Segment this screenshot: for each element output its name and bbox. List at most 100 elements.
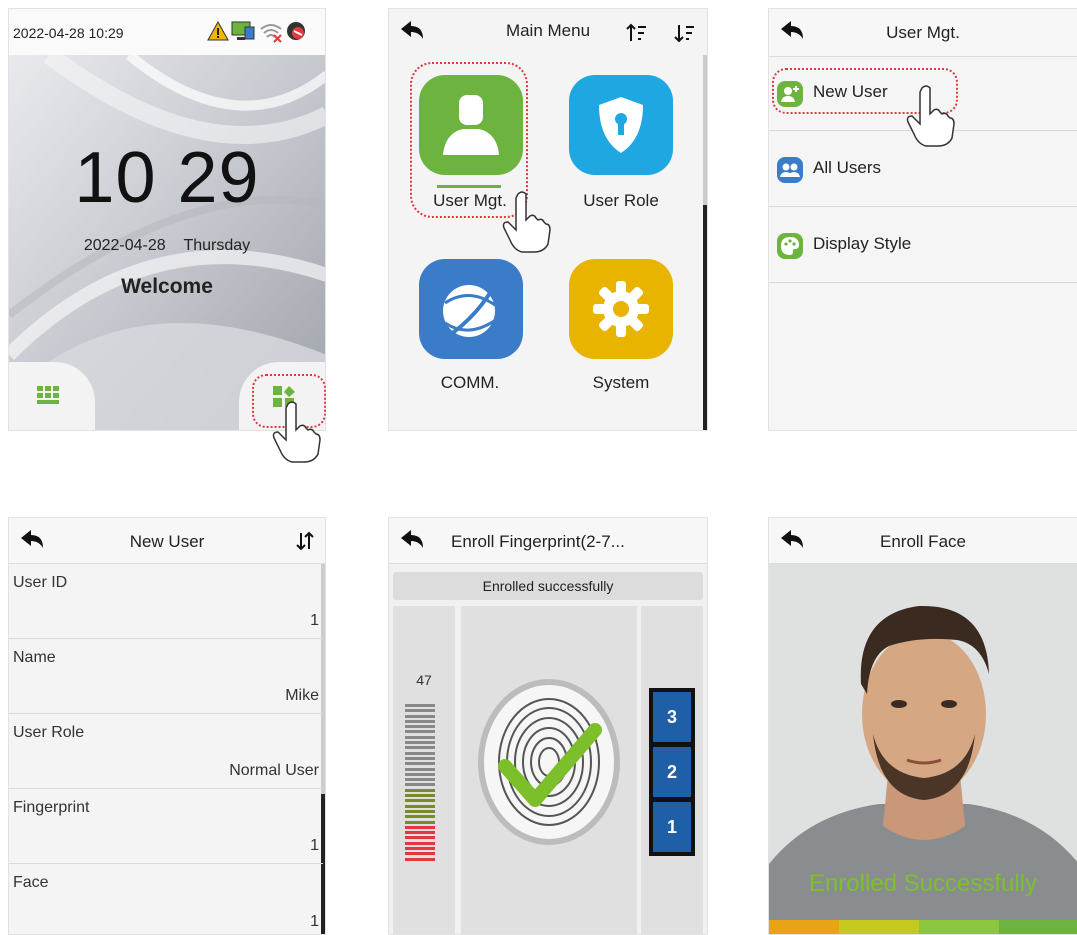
network-icon <box>231 21 255 40</box>
keypad-corner-button[interactable] <box>9 362 95 430</box>
status-datetime: 2022-04-28 10:29 <box>13 25 124 41</box>
fingerprint-success-icon <box>478 679 620 845</box>
step-1: 1 <box>653 802 691 852</box>
quality-bar <box>405 709 435 713</box>
enroll-face-screen: Enroll Face Enrolled Successfully <box>768 517 1077 935</box>
steps-panel: 3 2 1 <box>641 606 703 934</box>
field-label: Fingerprint <box>13 799 90 816</box>
field-value: Normal User <box>229 762 319 779</box>
menu-item-label: All Users <box>813 158 882 177</box>
quality-bar <box>405 831 435 835</box>
status-banner: Enrolled successfully <box>393 572 703 600</box>
warning-icon <box>207 21 229 41</box>
steps-box: 3 2 1 <box>649 688 695 856</box>
quality-meter <box>405 704 435 864</box>
wifi-off-icon <box>260 24 282 43</box>
tile-label: COMM. <box>440 373 500 392</box>
shield-icon <box>599 97 643 153</box>
quality-bar <box>405 836 435 840</box>
sort-descending-icon[interactable] <box>673 23 695 43</box>
field-value: 1 <box>310 612 319 629</box>
field-value: 1 <box>310 913 319 930</box>
title-bar: User Mgt. <box>769 9 1077 57</box>
quality-bar <box>405 794 435 798</box>
quality-bar <box>405 756 435 760</box>
field-label: User Role <box>13 724 85 741</box>
field-value: Mike <box>285 687 319 704</box>
field-user-role[interactable]: User Role Normal User <box>9 714 323 789</box>
quality-bar <box>405 825 435 829</box>
status-text: Enrolled successfully <box>482 578 614 594</box>
comm-tile[interactable] <box>419 259 523 359</box>
welcome-text: Welcome <box>121 275 213 298</box>
quality-bar <box>405 783 435 787</box>
quality-bar <box>405 815 435 819</box>
quality-bar <box>405 804 435 808</box>
enroll-fingerprint-screen: Enroll Fingerprint(2-7... Enrolled succe… <box>388 517 708 935</box>
pointer-hand-icon <box>272 401 321 463</box>
globe-icon <box>443 280 499 339</box>
quality-bar <box>405 820 435 824</box>
date-text: 2022-04-28 <box>83 237 166 254</box>
menu-item-display-style[interactable]: Display Style <box>769 207 1077 283</box>
quality-value: 47 <box>416 672 432 688</box>
quality-bar <box>405 778 435 782</box>
quality-bar <box>405 767 435 771</box>
page-title: New User <box>129 532 205 551</box>
title-bar: Enroll Face <box>769 518 1077 564</box>
title-bar: New User <box>9 518 325 564</box>
pointer-hand-icon <box>906 85 955 147</box>
system-tile[interactable] <box>569 259 673 359</box>
quality-bar <box>405 741 435 745</box>
quality-bar <box>405 704 435 707</box>
pointer-hand-icon <box>502 191 551 253</box>
quality-bar <box>405 762 435 766</box>
date-line: 2022-04-28 Thursday <box>9 237 325 255</box>
field-user-id[interactable]: User ID 1 <box>9 564 323 639</box>
quality-bar <box>405 719 435 723</box>
gear-icon <box>593 281 649 337</box>
quality-bar <box>405 809 435 813</box>
page-title: Enroll Fingerprint(2-7... <box>451 532 625 551</box>
title-bar: Main Menu <box>389 9 707 55</box>
quality-bar <box>405 772 435 776</box>
users-icon <box>777 157 803 183</box>
field-face[interactable]: Face 1 <box>9 864 323 934</box>
step-3: 3 <box>653 692 691 742</box>
field-fingerprint[interactable]: Fingerprint 1 <box>9 789 323 864</box>
back-icon[interactable] <box>399 528 425 552</box>
sort-ascending-icon[interactable] <box>625 23 647 43</box>
quality-bar <box>405 714 435 718</box>
alarm-off-icon <box>287 22 305 40</box>
clock-time: 10 29 <box>74 138 260 218</box>
quality-bar <box>405 730 435 734</box>
new-user-screen: New User User ID 1 Name Mike User Role N… <box>8 517 326 935</box>
sort-toggle-icon[interactable] <box>295 531 315 551</box>
page-title: Enroll Face <box>880 532 966 551</box>
quality-panel: 47 <box>393 606 455 934</box>
keypad-icon <box>37 386 59 404</box>
page-title: Main Menu <box>505 21 591 40</box>
weekday-text: Thursday <box>183 237 251 254</box>
field-value: 1 <box>310 837 319 854</box>
field-label: User ID <box>13 574 68 591</box>
title-bar: Enroll Fingerprint(2-7... <box>389 518 707 564</box>
field-name[interactable]: Name Mike <box>9 639 323 714</box>
field-label: Face <box>13 874 49 891</box>
quality-bar <box>405 847 435 851</box>
fingerprint-panel <box>461 606 637 934</box>
quality-bar <box>405 799 435 803</box>
quality-bar <box>405 852 435 856</box>
quality-bar <box>405 735 435 739</box>
menu-item-label: Display Style <box>813 234 912 253</box>
home-screen: 2022-04-28 10:29 10 29 2022-04-28 Thursd… <box>8 8 326 431</box>
status-bar: 2022-04-28 10:29 <box>9 9 325 55</box>
quality-bar <box>405 788 435 792</box>
quality-bar <box>405 751 435 755</box>
user-role-tile[interactable] <box>569 75 673 175</box>
quality-bar <box>405 841 435 845</box>
palette-icon <box>777 233 803 259</box>
enroll-status-text: Enrolled Successfully <box>808 870 1038 897</box>
page-title: User Mgt. <box>886 23 960 42</box>
scrollbar[interactable] <box>703 55 707 430</box>
